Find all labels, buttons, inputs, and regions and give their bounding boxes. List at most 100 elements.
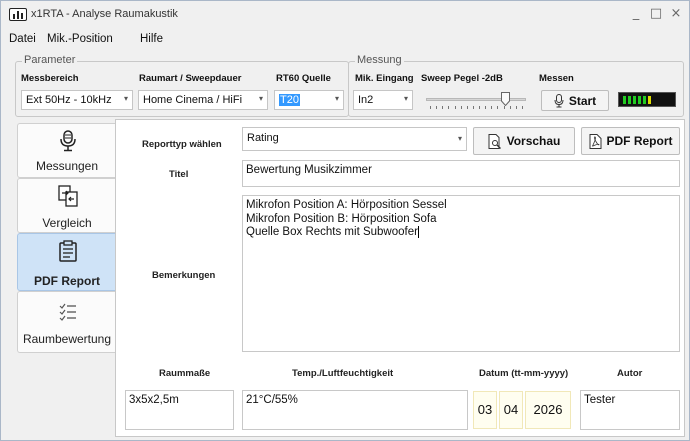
checklist-icon bbox=[59, 303, 76, 321]
minimize-button[interactable]: _ bbox=[627, 5, 645, 23]
tab-raumbewertung[interactable]: Raumbewertung bbox=[17, 291, 115, 353]
window-title: x1RTA - Analyse Raumakustik bbox=[31, 8, 178, 20]
slider-tick bbox=[516, 106, 517, 109]
pdf-report-label: PDF Report bbox=[606, 134, 673, 148]
app-window: x1RTA - Analyse Raumakustik _ □ × Datei … bbox=[0, 0, 690, 441]
temp-input[interactable]: 21°C/55% bbox=[242, 390, 468, 430]
slider-tick bbox=[510, 106, 511, 109]
sweep-level-slider[interactable] bbox=[426, 89, 526, 113]
messen-label: Messen bbox=[539, 73, 574, 84]
level-meter-segment bbox=[628, 96, 631, 104]
tab-vergleich-label: Vergleich bbox=[42, 216, 92, 230]
datum-label: Datum (tt-mm-yyyy) bbox=[479, 368, 569, 379]
reporttyp-label: Reporttyp wählen bbox=[142, 139, 222, 150]
slider-track bbox=[426, 98, 526, 101]
menu-hilfe[interactable]: Hilfe bbox=[140, 33, 163, 45]
clipboard-icon bbox=[59, 240, 77, 262]
slider-tick bbox=[473, 106, 474, 109]
messbereich-value: Ext 50Hz - 10kHz bbox=[26, 94, 112, 106]
maximize-button[interactable]: □ bbox=[647, 5, 665, 23]
tab-raumbewertung-label: Raumbewertung bbox=[22, 332, 112, 346]
messung-legend: Messung bbox=[355, 54, 404, 66]
slider-tick bbox=[491, 106, 492, 109]
slider-tick bbox=[442, 106, 443, 109]
menu-mik-position[interactable]: Mik.-Position bbox=[47, 33, 113, 45]
datum-day-field[interactable]: 03 bbox=[473, 391, 497, 429]
level-meter-segment bbox=[648, 96, 651, 104]
datum-year-field[interactable]: 2026 bbox=[525, 391, 571, 429]
mik-eingang-value: In2 bbox=[358, 94, 374, 106]
bemerkungen-line: Quelle Box Rechts mit Subwoofer bbox=[246, 226, 418, 239]
parameter-legend: Parameter bbox=[22, 54, 78, 66]
chevron-down-icon: ▾ bbox=[457, 134, 462, 143]
level-meter bbox=[618, 92, 676, 107]
slider-tick bbox=[467, 106, 468, 109]
microphone-icon bbox=[60, 130, 76, 152]
tab-pdf-report-label: PDF Report bbox=[34, 274, 100, 288]
tab-pdf-report[interactable]: PDF Report bbox=[17, 233, 115, 291]
mik-eingang-label: Mik. Eingang bbox=[355, 73, 414, 84]
slider-tick bbox=[522, 106, 523, 109]
messbereich-select[interactable]: Ext 50Hz - 10kHz ▾ bbox=[21, 90, 133, 110]
vorschau-button[interactable]: Vorschau bbox=[473, 127, 575, 155]
raumart-value: Home Cinema / HiFi bbox=[143, 94, 243, 106]
level-meter-segment bbox=[633, 96, 636, 104]
microphone-icon bbox=[554, 93, 564, 107]
slider-tick bbox=[455, 106, 456, 109]
level-meter-segment bbox=[623, 96, 626, 104]
start-label: Start bbox=[568, 93, 597, 108]
pdf-icon bbox=[589, 133, 601, 149]
bemerkungen-line: Mikrofon Position B: Hörposition Sofa bbox=[246, 212, 437, 225]
tab-vergleich[interactable]: Vergleich bbox=[17, 178, 115, 233]
rt60-label: RT60 Quelle bbox=[276, 73, 331, 84]
datum-month-field[interactable]: 04 bbox=[499, 391, 523, 429]
chevron-down-icon: ▾ bbox=[403, 94, 408, 103]
messbereich-label: Messbereich bbox=[21, 73, 79, 84]
slider-tick bbox=[479, 106, 480, 109]
slider-thumb[interactable] bbox=[501, 92, 510, 107]
pdf-report-button[interactable]: PDF Report bbox=[581, 127, 680, 155]
titel-input[interactable]: Bewertung Musikzimmer bbox=[242, 160, 680, 187]
autor-input[interactable]: Tester bbox=[580, 390, 680, 430]
level-meter-segment bbox=[638, 96, 641, 104]
app-logo-icon bbox=[9, 8, 27, 21]
reporttyp-select[interactable]: Rating ▾ bbox=[242, 127, 467, 151]
mik-eingang-select[interactable]: In2 ▾ bbox=[353, 90, 413, 110]
level-meter-segment bbox=[643, 96, 646, 104]
bemerkungen-textarea[interactable]: Mikrofon Position A: Hörposition Sessel … bbox=[242, 195, 680, 352]
raummasse-label: Raummaße bbox=[159, 368, 211, 379]
chevron-down-icon: ▾ bbox=[334, 94, 339, 103]
vorschau-label: Vorschau bbox=[506, 134, 561, 148]
menu-datei[interactable]: Datei bbox=[9, 33, 36, 45]
compare-documents-icon bbox=[58, 185, 78, 207]
slider-tick bbox=[448, 106, 449, 109]
raumart-label: Raumart / Sweepdauer bbox=[139, 73, 242, 84]
slider-tick bbox=[430, 106, 431, 109]
slider-tick bbox=[497, 106, 498, 109]
tab-messungen-label: Messungen bbox=[35, 159, 99, 173]
reporttyp-value: Rating bbox=[247, 132, 279, 144]
titel-label: Titel bbox=[169, 169, 189, 180]
bemerkungen-label: Bemerkungen bbox=[152, 270, 216, 281]
autor-label: Autor bbox=[617, 368, 643, 379]
rt60-value: T20 bbox=[279, 94, 300, 106]
document-preview-icon bbox=[488, 133, 501, 149]
slider-tick bbox=[485, 106, 486, 109]
text-caret bbox=[417, 226, 419, 238]
bemerkungen-line: Mikrofon Position A: Hörposition Sessel bbox=[246, 199, 447, 211]
menu-bar: Datei Mik.-Position Hilfe bbox=[1, 31, 689, 49]
slider-tick bbox=[436, 106, 437, 109]
tab-messungen[interactable]: Messungen bbox=[17, 123, 115, 178]
slider-tick bbox=[461, 106, 462, 109]
temp-label: Temp./Luftfeuchtigkeit bbox=[292, 368, 394, 379]
slider-tick bbox=[504, 106, 505, 109]
title-bar: x1RTA - Analyse Raumakustik _ □ × bbox=[1, 1, 689, 29]
sweep-pegel-label: Sweep Pegel -2dB bbox=[421, 73, 503, 84]
close-button[interactable]: × bbox=[667, 5, 685, 23]
slider-ticks bbox=[430, 106, 523, 110]
raumart-select[interactable]: Home Cinema / HiFi ▾ bbox=[138, 90, 268, 110]
start-button[interactable]: Start bbox=[541, 90, 609, 111]
chevron-down-icon: ▾ bbox=[258, 94, 263, 103]
rt60-select[interactable]: T20 ▾ bbox=[274, 90, 344, 110]
raummasse-input[interactable]: 3x5x2,5m bbox=[125, 390, 234, 430]
